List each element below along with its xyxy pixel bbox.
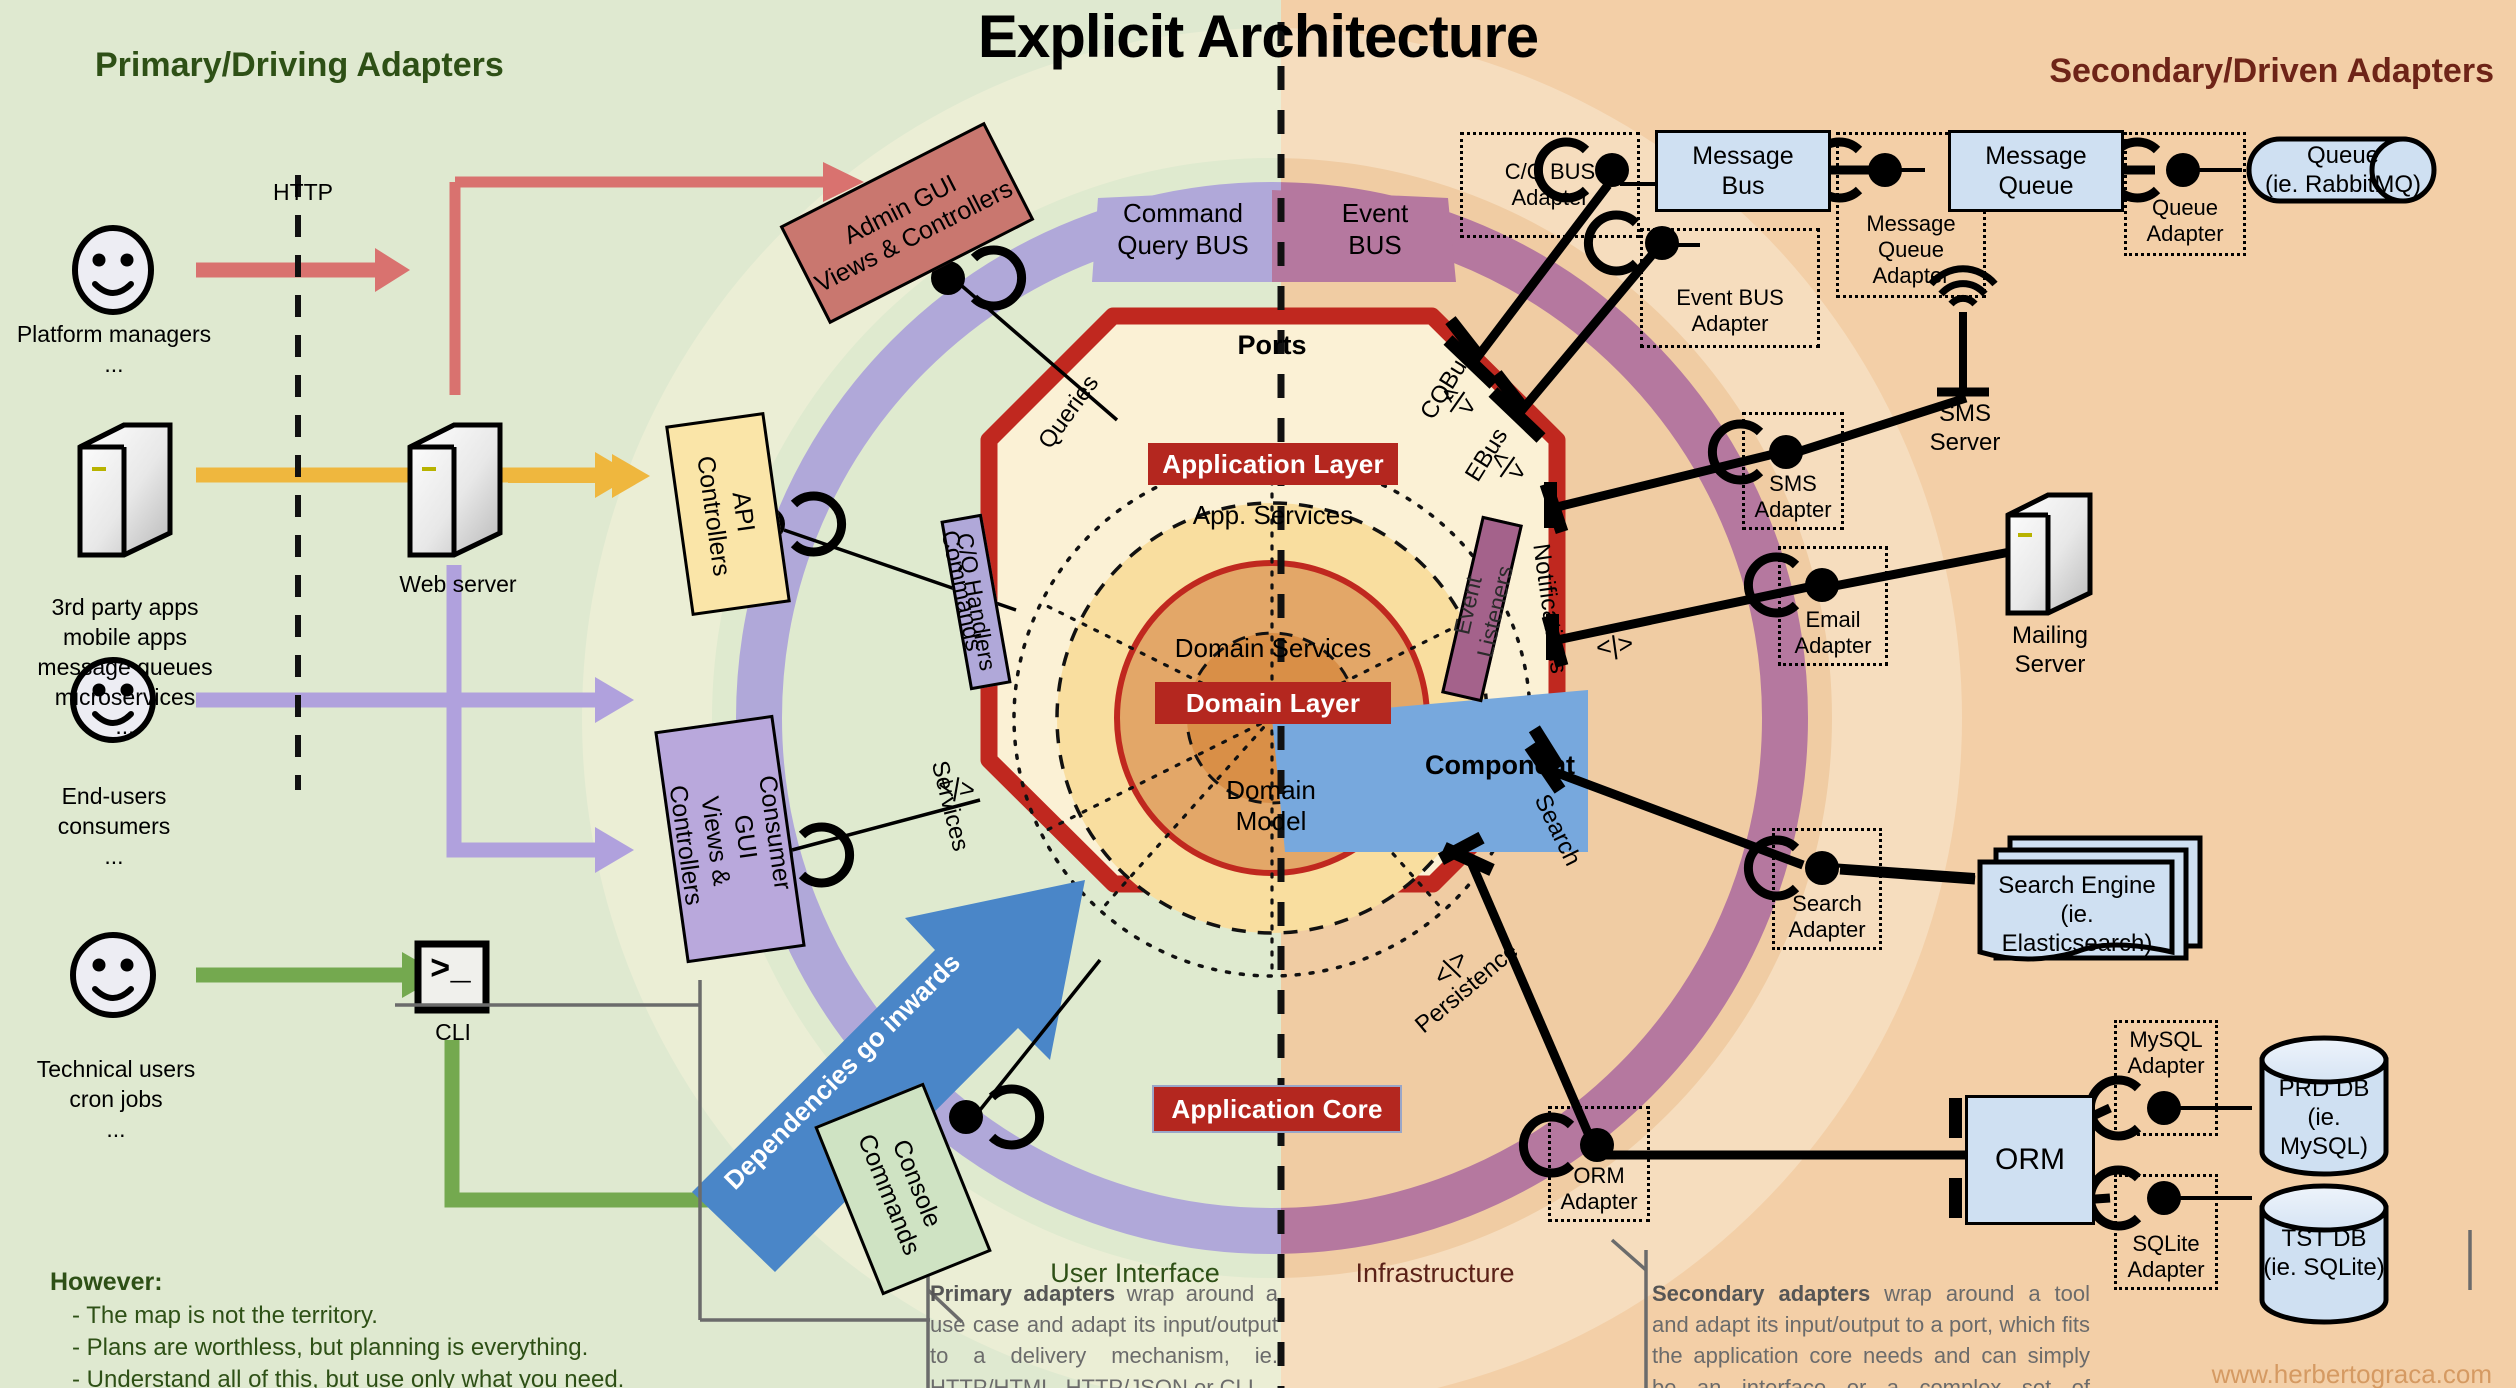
app-services-label: App. Services	[1192, 500, 1354, 530]
adapter-message-queue-label: Message Queue Adapter	[1866, 211, 1956, 289]
adapter-sqlite[interactable]: SQLite Adapter	[2114, 1174, 2218, 1290]
actor-label-technical-users: Technical users cron jobs ...	[0, 1025, 232, 1174]
system-mailing-server-label: Mailing Server	[2011, 622, 2089, 678]
however-item: - Understand all of this, but use only w…	[72, 1366, 625, 1388]
application-core-label: Application Core	[1171, 1093, 1383, 1124]
adapter-sms[interactable]: SMS Adapter	[1742, 412, 1844, 530]
adapter-cq-bus[interactable]: C/Q BUS Adapter	[1460, 132, 1640, 238]
adapter-event-bus[interactable]: Event BUS Adapter	[1640, 228, 1820, 348]
server-icon	[407, 422, 503, 558]
server-icon	[77, 422, 173, 558]
system-queue-label: Queue (ie. RabbitMQ)	[2264, 142, 2422, 198]
domain-layer-band: Domain Layer	[1155, 682, 1391, 724]
web-server-label: Web server	[399, 571, 517, 597]
port-socket-glyph: <|>	[1594, 627, 1635, 663]
system-message-bus-label: Message Bus	[1692, 142, 1794, 200]
event-bus-label: Event BUS	[1341, 198, 1409, 260]
actor-ellipsis: ...	[115, 713, 135, 740]
smiley-face-icon	[70, 932, 156, 1018]
system-message-bus[interactable]: Message Bus	[1655, 130, 1831, 212]
smiley-face-icon	[72, 225, 154, 315]
adapter-queue[interactable]: Queue Adapter	[2124, 132, 2246, 256]
cli-prompt-glyph: >_	[430, 952, 471, 990]
note-primary-lead: Primary adapters	[930, 1281, 1116, 1306]
left-section-title: Primary/Driving Adapters	[95, 46, 504, 84]
adapter-email[interactable]: Email Adapter	[1778, 546, 1888, 666]
zone-label-infrastructure: Infrastructure	[1355, 1258, 1515, 1288]
port-socket-glyph: <|>	[935, 769, 978, 806]
adapter-api-controllers-label: API Controllers	[690, 454, 760, 578]
adapter-console-commands-label: Console Commands	[852, 1130, 948, 1260]
adapter-mysql-label: MySQL Adapter	[2127, 1027, 2205, 1078]
note-secondary-lead: Secondary adapters	[1652, 1281, 1871, 1306]
domain-services-label: Domain Services	[1174, 633, 1372, 663]
command-query-bus-label: Command Query BUS	[1117, 198, 1249, 260]
system-message-queue[interactable]: Message Queue	[1948, 130, 2124, 212]
application-layer-label: Application Layer	[1162, 448, 1384, 479]
adapter-sms-label: SMS Adapter	[1754, 471, 1832, 523]
system-prd-db-label: PRD DB (ie. MySQL)	[2278, 1075, 2370, 1160]
cli-label: CLI	[435, 1019, 471, 1045]
adapter-orm[interactable]: ORM Adapter	[1548, 1106, 1650, 1222]
adapter-email-label: Email Adapter	[1794, 607, 1872, 659]
adapter-queue-label: Queue Adapter	[2146, 195, 2224, 247]
actor-ellipsis: ...	[106, 1115, 126, 1142]
server-icon	[2005, 492, 2093, 616]
component-label: Component	[1425, 750, 1575, 780]
however-item: - Plans are worthless, but planning is e…	[72, 1334, 589, 1362]
application-layer-band: Application Layer	[1148, 443, 1398, 485]
adapter-search-label: Search Adapter	[1788, 891, 1866, 943]
note-primary-adapters: Primary adapters wrap around a use case …	[930, 1278, 1278, 1388]
however-title: However:	[50, 1268, 163, 1296]
domain-layer-label: Domain Layer	[1185, 687, 1361, 718]
watermark: www.herbertograca.com	[2211, 1359, 2492, 1388]
adapter-sqlite-label: SQLite Adapter	[2127, 1231, 2205, 1283]
system-orm[interactable]: ORM	[1965, 1095, 2095, 1225]
adapter-orm-label: ORM Adapter	[1560, 1163, 1638, 1215]
actor-ellipsis: ...	[104, 842, 124, 869]
actor-ellipsis: ...	[104, 350, 124, 377]
http-label: HTTP	[272, 179, 334, 205]
adapter-mysql[interactable]: MySQL Adapter	[2114, 1020, 2218, 1136]
adapter-consumer-gui-label: Consumer GUI Views & Controllers	[663, 773, 797, 908]
however-list: - The map is not the territory. - Plans …	[72, 1300, 731, 1388]
right-section-title: Secondary/Driven Adapters	[2049, 52, 2494, 90]
actor-label-platform-managers: Platform managers ...	[8, 320, 220, 380]
adapter-event-bus-label: Event BUS Adapter	[1676, 285, 1784, 337]
system-tst-db-label: TST DB (ie. SQLite)	[2263, 1225, 2385, 1281]
adapter-cq-bus-label: C/Q BUS Adapter	[1504, 159, 1596, 210]
domain-model-label: Domain Model	[1226, 775, 1316, 836]
application-core-band: Application Core	[1152, 1085, 1402, 1133]
ports-label: Ports	[1237, 330, 1307, 360]
system-orm-label: ORM	[1995, 1143, 2065, 1176]
actor-caption-text: End-users consumers	[57, 782, 171, 839]
note-secondary-adapters: Secondary adapters wrap around a tool an…	[1652, 1278, 2090, 1388]
adapter-search[interactable]: Search Adapter	[1772, 828, 1882, 950]
system-message-queue-label: Message Queue	[1985, 142, 2087, 200]
system-search-engine-label: Search Engine (ie. Elasticsearch)	[1998, 872, 2156, 957]
actor-caption-text: Platform managers	[16, 321, 212, 347]
actor-label-third-party-apps: 3rd party apps mobile apps message queue…	[0, 563, 250, 772]
however-item: - The map is not the territory.	[72, 1302, 378, 1329]
system-sms-server-label: SMS Server	[1929, 400, 2001, 456]
actor-label-end-users: End-users consumers ...	[14, 752, 214, 901]
diagram-canvas: Explicit Architecture Primary/Driving Ad…	[0, 0, 2516, 1388]
actor-caption-text: 3rd party apps mobile apps message queue…	[37, 593, 213, 710]
actor-caption-text: Technical users cron jobs	[36, 1055, 196, 1112]
